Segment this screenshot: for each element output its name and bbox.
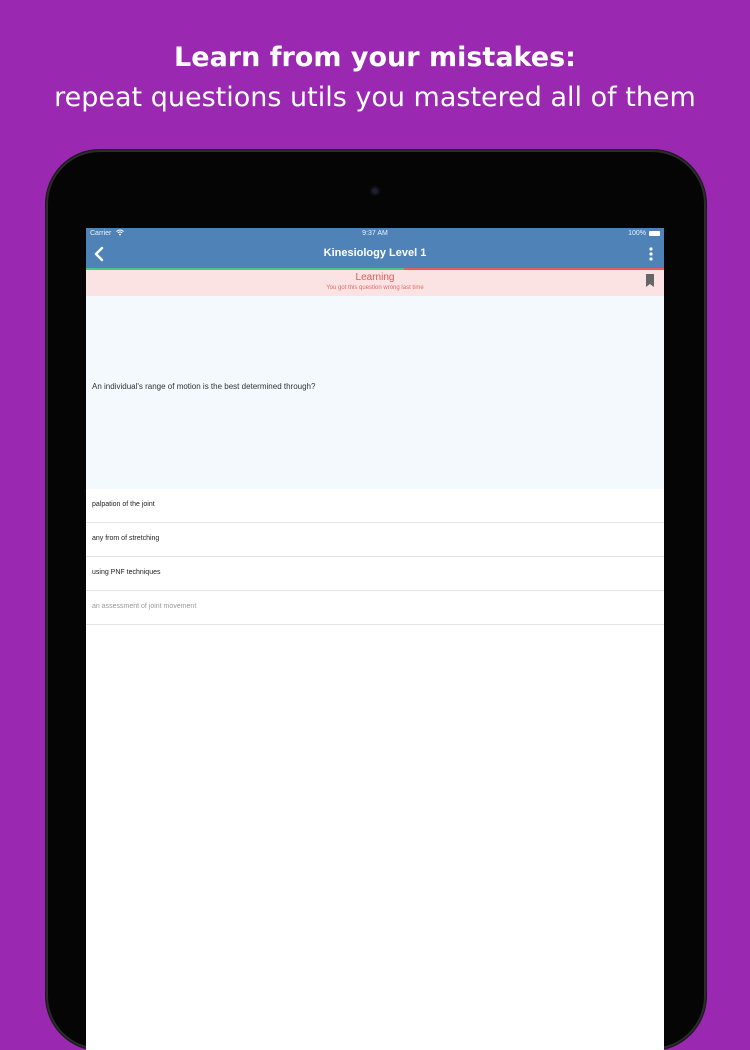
status-label: Learning xyxy=(355,272,395,283)
answer-option[interactable]: any from of stretching xyxy=(86,523,664,557)
answer-text: any from of stretching xyxy=(92,535,160,542)
app-screen: Carrier 9:37 AM 100% Kinesiology Level 1 xyxy=(86,228,664,1050)
battery-icon xyxy=(649,231,660,236)
battery-percent: 100% xyxy=(628,230,646,237)
answer-option[interactable]: an assessment of joint movement xyxy=(86,591,664,625)
answer-text: palpation of the joint xyxy=(92,501,155,508)
status-time: 9:37 AM xyxy=(362,230,388,237)
question-text: An individual's range of motion is the b… xyxy=(92,382,316,391)
answer-text: using PNF techniques xyxy=(92,569,161,576)
bookmark-button[interactable] xyxy=(645,274,655,288)
status-message: You got this question wrong last time xyxy=(326,285,424,291)
more-vertical-icon xyxy=(649,247,653,261)
question-card: An individual's range of motion is the b… xyxy=(86,296,664,489)
marketing-headline: Learn from your mistakes: repeat questio… xyxy=(0,40,750,118)
page-title: Kinesiology Level 1 xyxy=(323,247,427,259)
bookmark-icon xyxy=(646,274,654,287)
headline-subtitle: repeat questions utils you mastered all … xyxy=(54,82,696,113)
answer-list: palpation of the joint any from of stret… xyxy=(86,489,664,625)
navigation-bar: Kinesiology Level 1 xyxy=(86,240,664,268)
tablet-frame: Carrier 9:37 AM 100% Kinesiology Level 1 xyxy=(46,150,706,1050)
status-bar: Carrier 9:37 AM 100% xyxy=(86,228,664,240)
answer-text: an assessment of joint movement xyxy=(92,603,197,610)
answer-option[interactable]: palpation of the joint xyxy=(86,489,664,523)
headline-title: Learn from your mistakes: xyxy=(174,42,576,73)
learning-banner: Learning You got this question wrong las… xyxy=(86,270,664,296)
more-options-button[interactable] xyxy=(644,244,658,264)
camera-icon xyxy=(370,186,380,196)
answer-option[interactable]: using PNF techniques xyxy=(86,557,664,591)
